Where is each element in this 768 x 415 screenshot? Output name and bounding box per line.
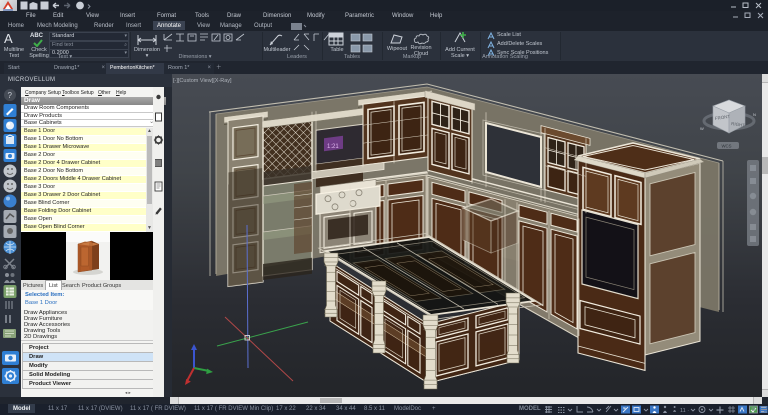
svg-text:[-][Custom View][X-Ray]: [-][Custom View][X-Ray]	[173, 78, 232, 84]
svg-text:WCS: WCS	[722, 144, 732, 149]
svg-text:N: N	[753, 112, 756, 117]
svg-text:W: W	[700, 126, 704, 131]
svg-text:11 ·: 11 ·	[680, 408, 689, 414]
svg-text:?: ?	[8, 91, 13, 100]
svg-text:1:21: 1:21	[327, 144, 339, 150]
